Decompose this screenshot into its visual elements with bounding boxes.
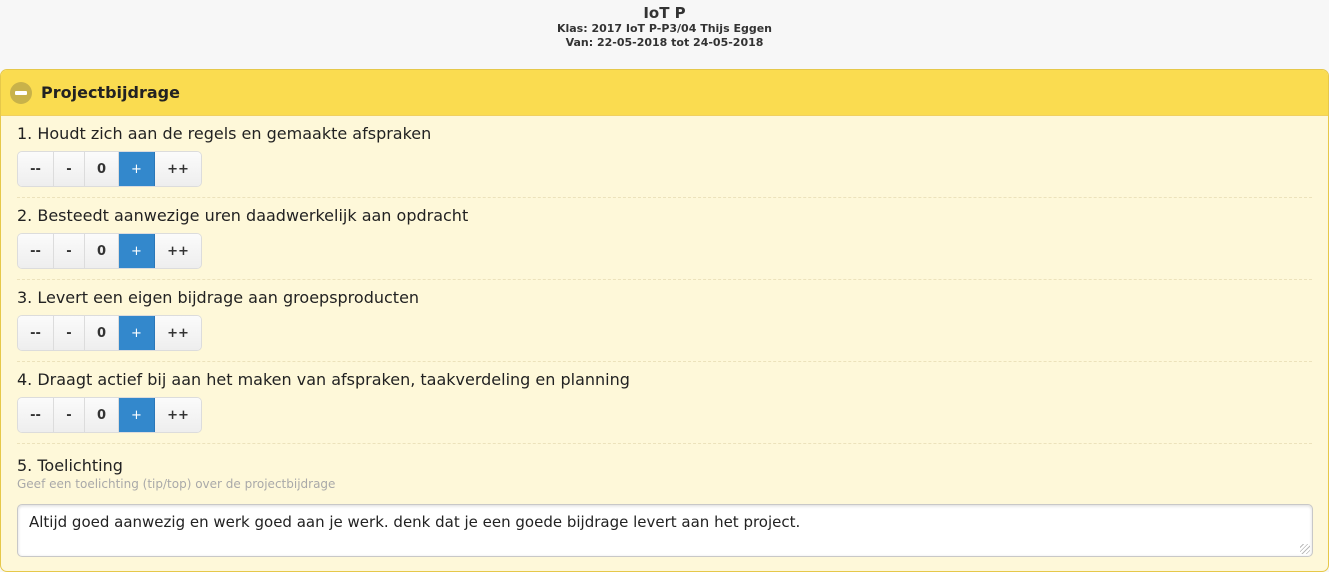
rating-button[interactable]: 0 [85,152,119,186]
question-label: 4. Draagt actief bij aan het maken van a… [17,370,630,389]
class-info: Klas: 2017 IoT P-P3/04 Thijs Eggen [556,22,773,35]
rating-button-group: -- -0 + ++ [17,315,202,351]
panel-title: Projectbijdrage [41,83,180,102]
question-label: 2. Besteedt aanwezige uren daadwerkelijk… [17,206,469,225]
questions-list: 1. Houdt zich aan de regels en gemaakte … [1,116,1328,444]
resize-grip-icon[interactable] [1300,544,1310,554]
date-range: Van: 22-05-2018 tot 24-05-2018 [565,36,764,49]
rating-button[interactable]: + [119,152,155,186]
rating-button[interactable]: -- [18,152,54,186]
question-item: 3. Levert een eigen bijdrage aan groepsp… [17,280,1312,362]
rating-button[interactable]: 0 [85,316,119,350]
page-header: IoT P Klas: 2017 IoT P-P3/04 Thijs Eggen… [0,0,1329,68]
rating-button[interactable]: -- [18,398,54,432]
rating-button[interactable]: - [54,152,85,186]
question-item: 1. Houdt zich aan de regels en gemaakte … [17,116,1312,198]
rating-button[interactable]: + [119,316,155,350]
rating-button[interactable]: - [54,316,85,350]
question-label: 1. Houdt zich aan de regels en gemaakte … [17,124,432,143]
rating-button[interactable]: + [119,398,155,432]
minus-circle-icon[interactable] [10,81,32,104]
rating-button-group: -- -0 + ++ [17,151,202,187]
rating-button[interactable]: - [54,398,85,432]
rating-button[interactable]: -- [18,316,54,350]
rating-button[interactable]: + [119,234,155,268]
comment-label: 5. Toelichting [17,456,123,475]
comment-textarea[interactable]: Altijd goed aanwezig en werk goed aan je… [17,504,1313,557]
rating-button-group: -- -0 + ++ [17,397,202,433]
question-item: 2. Besteedt aanwezige uren daadwerkelijk… [17,198,1312,280]
rating-button[interactable]: 0 [85,234,119,268]
projectbijdrage-panel: Projectbijdrage 1. Houdt zich aan de reg… [0,69,1329,572]
rating-button[interactable]: ++ [155,398,201,432]
rating-button[interactable]: 0 [85,398,119,432]
comment-text: Altijd goed aanwezig en werk goed aan je… [29,513,801,531]
comment-section: 5. Toelichting Geef een toelichting (tip… [17,444,1313,557]
rating-button[interactable]: ++ [155,316,201,350]
page-title: IoT P [643,4,686,22]
question-label: 3. Levert een eigen bijdrage aan groepsp… [17,288,420,307]
rating-button[interactable]: - [54,234,85,268]
comment-hint: Geef een toelichting (tip/top) over de p… [17,477,336,491]
rating-button[interactable]: ++ [155,234,201,268]
rating-button[interactable]: -- [18,234,54,268]
rating-button-group: -- -0 + ++ [17,233,202,269]
panel-header[interactable]: Projectbijdrage [1,70,1328,116]
rating-button[interactable]: ++ [155,152,201,186]
question-item: 4. Draagt actief bij aan het maken van a… [17,362,1312,444]
